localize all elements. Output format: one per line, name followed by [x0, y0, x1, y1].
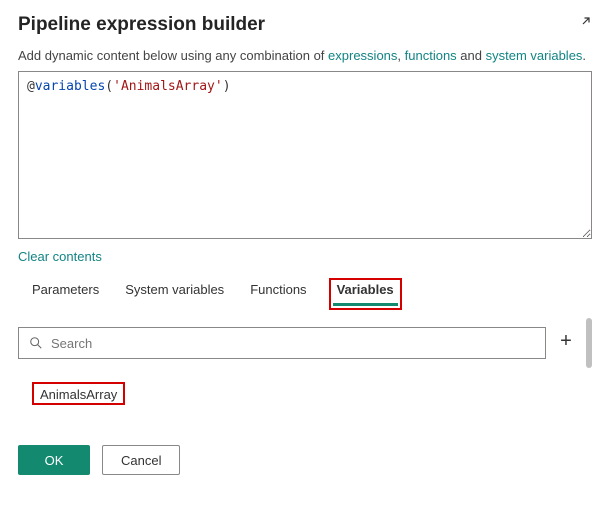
- scrollbar[interactable]: [586, 318, 592, 368]
- system-variables-link[interactable]: system variables: [486, 48, 583, 63]
- tabs: Parameters System variables Functions Va…: [18, 282, 592, 306]
- expressions-link[interactable]: expressions: [328, 48, 397, 63]
- functions-link[interactable]: functions: [405, 48, 457, 63]
- subtitle-prefix: Add dynamic content below using any comb…: [18, 48, 328, 63]
- page-title: Pipeline expression builder: [18, 14, 265, 36]
- expand-icon[interactable]: [574, 15, 592, 36]
- plus-icon: +: [560, 330, 572, 352]
- tab-variables[interactable]: Variables: [333, 282, 398, 306]
- exp-fn: variables: [35, 79, 105, 94]
- ok-button[interactable]: OK: [18, 445, 90, 475]
- exp-at: @: [27, 79, 35, 94]
- search-input-wrap[interactable]: [18, 327, 546, 359]
- add-button[interactable]: +: [554, 331, 578, 355]
- search-input[interactable]: [51, 336, 535, 351]
- tab-system-variables[interactable]: System variables: [125, 282, 224, 306]
- tab-parameters[interactable]: Parameters: [32, 282, 99, 306]
- search-icon: [29, 336, 43, 350]
- subtitle: Add dynamic content below using any comb…: [18, 48, 592, 63]
- exp-arg: AnimalsArray: [121, 79, 215, 94]
- clear-contents-link[interactable]: Clear contents: [18, 249, 102, 264]
- tab-functions[interactable]: Functions: [250, 282, 306, 306]
- expression-editor[interactable]: @variables('AnimalsArray'): [18, 71, 592, 239]
- cancel-button[interactable]: Cancel: [102, 445, 180, 475]
- variable-item-animalsarray[interactable]: AnimalsArray: [32, 382, 125, 405]
